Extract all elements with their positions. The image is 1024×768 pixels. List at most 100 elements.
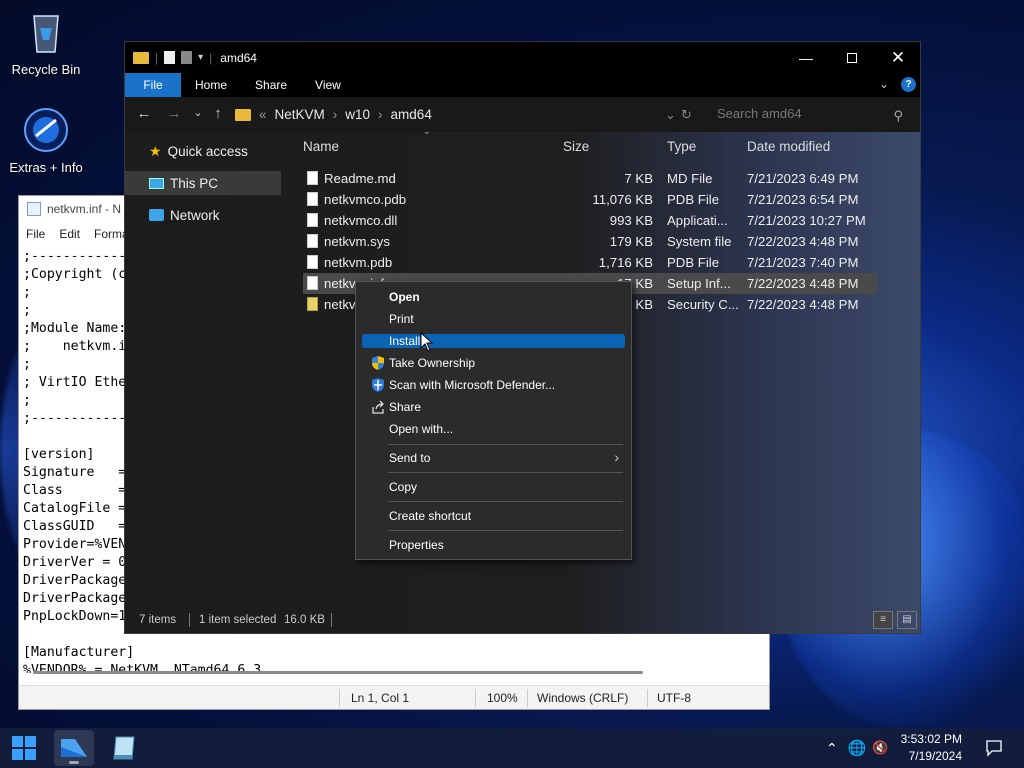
- menu-item-share[interactable]: Share: [362, 400, 625, 414]
- start-button[interactable]: [4, 730, 44, 766]
- menu-label: Share: [389, 400, 422, 414]
- file-name: Readme.md: [324, 171, 396, 186]
- file-row[interactable]: netkvmco.pdb 11,076 KB PDB File 7/21/2023 6…: [303, 189, 877, 210]
- column-header-type[interactable]: Type: [667, 139, 696, 154]
- taskbar-notepad[interactable]: [104, 730, 144, 766]
- file-icon: [307, 255, 318, 269]
- menu-item-open[interactable]: Open: [362, 290, 625, 304]
- encoding: UTF-8: [657, 691, 691, 705]
- expand-ribbon-icon[interactable]: ⌄: [879, 77, 889, 91]
- notepad-title: netkvm.inf - N: [47, 202, 122, 216]
- search-input[interactable]: Search amd64 ⚲: [703, 103, 913, 125]
- close-button[interactable]: ✕: [875, 42, 921, 73]
- breadcrumb[interactable]: « NetKVM › w10 › amd64: [235, 97, 432, 132]
- taskbar: ⌃ 🌐 🔇 3:53:02 PM 7/19/2024: [0, 728, 1024, 768]
- nav-item-this-pc[interactable]: This PC: [125, 171, 281, 195]
- divider: |: [209, 50, 213, 65]
- notepad-menu-file[interactable]: File: [19, 227, 52, 241]
- notepad-menu-edit[interactable]: Edit: [52, 227, 87, 241]
- file-name: netkv: [324, 297, 356, 312]
- file-name-cell: netkv: [307, 297, 356, 312]
- up-arrow-icon[interactable]: ↑: [207, 105, 229, 122]
- file-name-cell: netkvmco.dll: [307, 213, 397, 228]
- file-name: netkvm.pdb: [324, 255, 393, 270]
- folder-icon: [133, 51, 149, 64]
- breadcrumb-amd64[interactable]: amd64: [391, 107, 432, 122]
- desktop-icon-recycle-bin[interactable]: Recycle Bin: [0, 8, 92, 77]
- file-type: Applicati...: [667, 213, 728, 228]
- recent-locations-icon[interactable]: ⌄: [187, 106, 209, 119]
- menu-item-print[interactable]: Print: [362, 312, 625, 326]
- file-row[interactable]: netkvm.sys 179 KB System file 7/22/2023 4:4…: [303, 231, 877, 252]
- menu-item-take-ownership[interactable]: Take Ownership: [362, 356, 625, 370]
- system-tray: ⌃ 🌐 🔇: [826, 728, 889, 768]
- breadcrumb-w10[interactable]: w10: [345, 107, 370, 122]
- file-icon: [307, 297, 318, 311]
- maximize-button[interactable]: [829, 42, 875, 73]
- menu-item-scan-defender[interactable]: Scan with Microsoft Defender...: [362, 378, 625, 392]
- mouse-cursor-icon: [420, 332, 434, 352]
- breadcrumb-netkvm[interactable]: NetKVM: [275, 107, 325, 122]
- tab-share[interactable]: Share: [241, 73, 301, 97]
- file-date: 7/22/2023 4:48 PM: [747, 234, 859, 249]
- desktop-icon-extras-info[interactable]: Extras + Info: [0, 106, 92, 175]
- minimize-button[interactable]: —: [783, 42, 829, 73]
- search-placeholder: Search amd64: [717, 106, 802, 121]
- menu-item-properties[interactable]: Properties: [362, 538, 625, 552]
- selection-count: 1 item selected: [199, 614, 277, 626]
- menu-item-create-shortcut[interactable]: Create shortcut: [362, 509, 625, 523]
- large-icons-view-button[interactable]: ▤: [897, 611, 917, 629]
- file-name-cell: Readme.md: [307, 171, 396, 186]
- column-header-size[interactable]: Size: [563, 139, 589, 154]
- explorer-titlebar[interactable]: | ▾ | amd64 — ✕: [125, 42, 920, 73]
- file-row[interactable]: netkvmco.dll 993 KB Applicati... 7/21/2023 …: [303, 210, 877, 231]
- speaker-muted-icon[interactable]: 🔇: [872, 740, 888, 756]
- file-type: PDB File: [667, 192, 720, 207]
- refresh-icon[interactable]: ↻: [681, 107, 692, 123]
- file-row[interactable]: Readme.md 7 KB MD File 7/21/2023 6:49 PM: [303, 168, 877, 189]
- menu-item-install[interactable]: Install: [362, 334, 625, 348]
- menu-label: Create shortcut: [389, 509, 472, 523]
- scrollbar-thumb[interactable]: [33, 671, 643, 674]
- defender-shield-icon: [372, 378, 384, 392]
- show-hidden-icons-icon[interactable]: ⌃: [826, 740, 838, 757]
- clock[interactable]: 3:53:02 PM 7/19/2024: [901, 731, 962, 765]
- column-header-name[interactable]: Name: [303, 139, 339, 154]
- horizontal-scrollbar[interactable]: [23, 669, 753, 677]
- details-view-button[interactable]: ≡: [873, 611, 893, 629]
- search-icon: ⚲: [893, 108, 903, 123]
- globe-icon[interactable]: 🌐: [848, 739, 867, 757]
- notifications-button[interactable]: [974, 730, 1014, 766]
- folder-icon: [235, 108, 251, 121]
- tab-file[interactable]: File: [125, 73, 181, 97]
- menu-separator: [388, 530, 623, 531]
- file-size: 993 KB: [609, 213, 653, 228]
- menu-item-send-to[interactable]: Send to ›: [362, 450, 625, 465]
- new-folder-icon[interactable]: [181, 51, 193, 64]
- sort-indicator-icon: ⌄: [423, 126, 431, 136]
- quick-access-toolbar: | ▾ |: [125, 51, 212, 65]
- menu-item-open-with[interactable]: Open with...: [362, 422, 625, 436]
- file-row[interactable]: netkvm.pdb 1,716 KB PDB File 7/21/2023 7:40…: [303, 252, 877, 273]
- back-arrow-icon[interactable]: ←: [133, 105, 155, 122]
- address-dropdown-icon[interactable]: ⌄: [665, 107, 676, 123]
- nav-item-quick-access[interactable]: ★ Quick access: [125, 139, 281, 163]
- menu-item-copy[interactable]: Copy: [362, 480, 625, 494]
- extras-info-icon: [22, 106, 70, 154]
- shield-icon: [372, 356, 384, 370]
- address-bar-row: ← → ⌄ ↑ « NetKVM › w10 › amd64 ⌄ ↻ Searc…: [125, 97, 920, 132]
- forward-arrow-icon[interactable]: →: [163, 105, 185, 122]
- column-header-date[interactable]: Date modified: [747, 139, 830, 154]
- chevron-right-icon: ›: [332, 107, 338, 122]
- recycle-bin-icon: [22, 8, 70, 56]
- help-icon[interactable]: ?: [901, 77, 916, 92]
- menu-label: Scan with Microsoft Defender...: [389, 378, 556, 392]
- tab-home[interactable]: Home: [181, 73, 241, 97]
- customize-qat-icon[interactable]: ▾: [198, 52, 203, 63]
- explorer-statusbar: 7 items 1 item selected 16.0 KB ≡ ▤: [125, 607, 920, 633]
- taskbar-file-explorer[interactable]: [54, 730, 94, 766]
- properties-icon[interactable]: [164, 51, 176, 64]
- nav-item-network[interactable]: Network: [125, 203, 281, 227]
- tab-view[interactable]: View: [301, 73, 355, 97]
- file-type: Security C...: [667, 297, 739, 312]
